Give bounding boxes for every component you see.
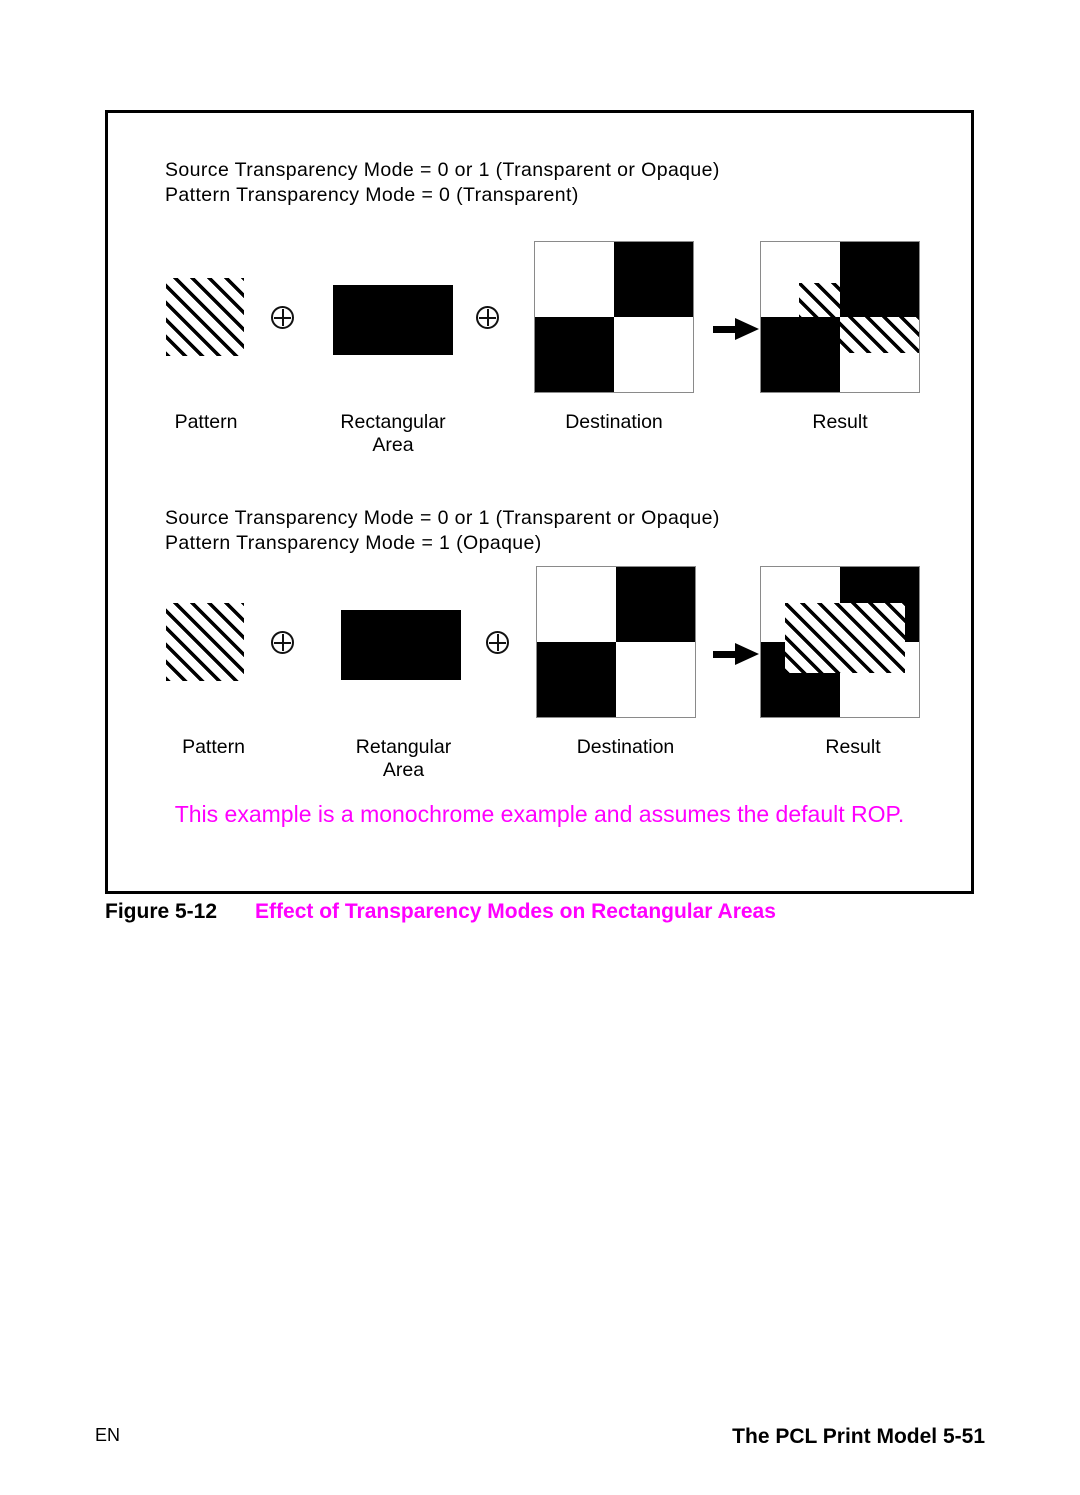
panel-1-pattern-swatch [166,278,244,356]
panel-1-mode-text: Source Transparency Mode = 0 or 1 (Trans… [165,158,720,208]
panel-2-label-destination: Destination [576,736,675,758]
arrow-head [735,643,759,665]
panel-1-plus-icon-2 [476,306,499,329]
checker-cell-top-right [616,567,695,642]
panel-2-rectangular-area [341,610,461,680]
panel-2-result-hatch-overlay [785,603,905,673]
panel-1-result-hatch-overlay [799,283,919,353]
panel-2-source-mode-line: Source Transparency Mode = 0 or 1 (Trans… [165,507,720,529]
panel-1-label-pattern: Pattern [174,411,238,433]
panel-1-destination-checkerboard [534,241,694,393]
panel-1-label-destination: Destination [565,411,663,433]
figure-caption-number: Figure 5-12 [105,900,218,923]
panel-2-result [760,566,920,718]
panel-1-source-mode-line: Source Transparency Mode = 0 or 1 (Trans… [165,159,720,181]
panel-2-mode-text: Source Transparency Mode = 0 or 1 (Trans… [165,506,720,556]
checker-cell-top-left [535,242,614,317]
page-footer: EN The PCL Print Model 5-51 [95,1425,985,1449]
footer-language-code: EN [95,1425,121,1445]
footer-chapter-and-page: The PCL Print Model 5-51 [732,1425,985,1448]
figure-caption-title: Effect of Transparency Modes on Rectangu… [255,900,776,923]
panel-1-result [760,241,920,393]
panel-1-label-rectangular-area: Rectangular Area [340,411,446,456]
panel-2-pattern-mode-line: Pattern Transparency Mode = 1 (Opaque) [165,532,542,554]
figure-note: This example is a monochrome example and… [174,801,905,827]
panel-2-plus-icon-1 [271,631,294,654]
panel-1-label-result: Result [812,411,868,433]
panel-2-label-pattern: Pattern [182,736,245,758]
panel-2-pattern-swatch [166,603,244,681]
panel-1-arrow-icon [713,318,759,340]
figure-caption: Figure 5-12 Effect of Transparency Modes … [105,900,985,924]
checker-cell-bottom-right [616,642,695,717]
checker-cell-top-left [537,567,616,642]
panel-1-plus-icon-1 [271,306,294,329]
checker-cell-bottom-right [614,317,693,392]
panel-1-rectangular-area [333,285,453,355]
panel-2-label-result: Result [825,736,881,758]
figure-frame: Source Transparency Mode = 0 or 1 (Trans… [105,110,974,894]
checker-cell-top-right [614,242,693,317]
checker-cell-bottom-left [535,317,614,392]
arrow-head [735,318,759,340]
checker-cell-bottom-left [537,642,616,717]
panel-2-destination-checkerboard [536,566,696,718]
panel-2-plus-icon-2 [486,631,509,654]
panel-1-pattern-mode-line: Pattern Transparency Mode = 0 (Transpare… [165,184,579,206]
panel-2-arrow-icon [713,643,759,665]
panel-2-label-rectangular-area: Retangular Area [355,736,452,781]
